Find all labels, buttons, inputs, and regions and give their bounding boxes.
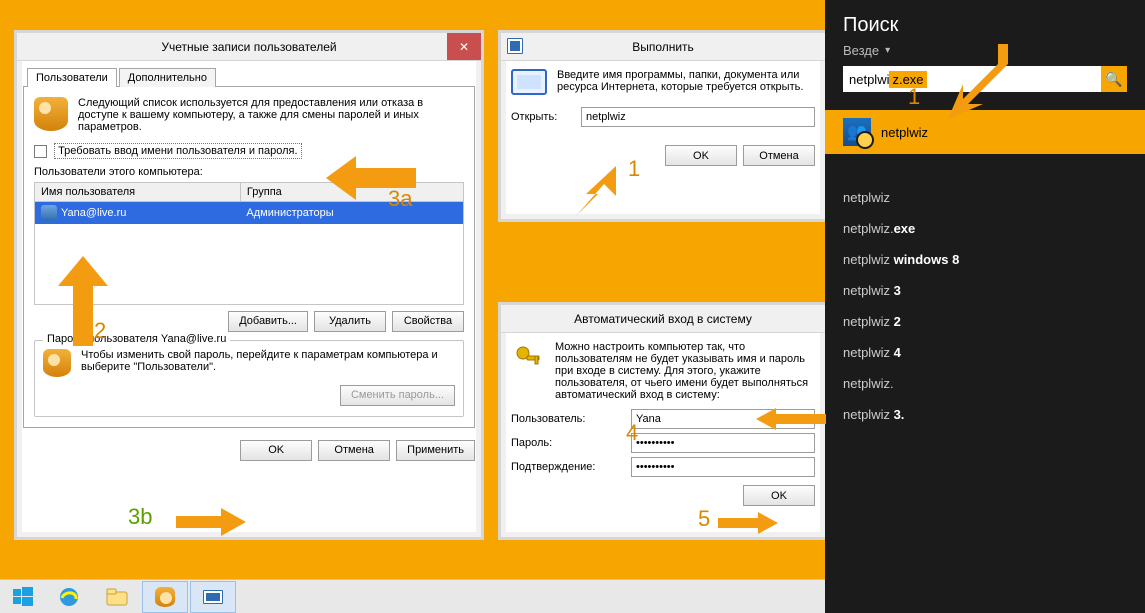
tab-users[interactable]: Пользователи [27, 68, 117, 87]
user-icon [41, 205, 57, 221]
open-input[interactable] [581, 107, 815, 127]
auto-logon-dialog: Автоматический вход в систему Можно наст… [498, 302, 828, 540]
search-suggestion[interactable]: netplwiz. [843, 376, 1127, 391]
require-password-checkbox[interactable] [34, 145, 47, 158]
search-suggestion[interactable]: netplwiz 2 [843, 314, 1127, 329]
user-input[interactable] [631, 409, 815, 429]
taskbar-ie[interactable] [46, 581, 92, 613]
taskbar-explorer[interactable] [94, 581, 140, 613]
open-label: Открыть: [511, 111, 571, 123]
chevron-down-icon: ▾ [885, 45, 890, 56]
search-input[interactable]: netplwiz.exe [843, 66, 1101, 92]
taskbar-netplwiz[interactable] [142, 581, 188, 613]
run-large-icon [511, 69, 547, 95]
users-icon [34, 97, 68, 131]
change-password-button[interactable]: Сменить пароль... [340, 385, 455, 406]
window-title: Учетные записи пользователей [161, 40, 336, 54]
users-list-label: Пользователи этого компьютера: [34, 166, 464, 178]
password-input[interactable] [631, 433, 815, 453]
tab-advanced[interactable]: Дополнительно [119, 68, 216, 87]
taskbar-run[interactable] [190, 581, 236, 613]
confirm-label: Подтверждение: [511, 461, 621, 473]
titlebar[interactable]: Учетные записи пользователей ✕ [17, 33, 481, 61]
netplwiz-icon: 👥 [843, 118, 871, 146]
user-accounts-window: Учетные записи пользователей ✕ Пользоват… [14, 30, 484, 540]
intro-text: Следующий список используется для предос… [78, 97, 464, 133]
search-icon: 🔍 [1105, 71, 1122, 88]
col-username[interactable]: Имя пользователя [35, 183, 241, 202]
run-dialog: Выполнить Введите имя программы, папки, … [498, 30, 828, 222]
ok-button[interactable]: OK [743, 485, 815, 506]
taskbar [0, 579, 825, 613]
window-title: Выполнить [632, 40, 694, 54]
password-label: Пароль: [511, 437, 621, 449]
search-button[interactable]: 🔍 [1101, 66, 1127, 92]
properties-button[interactable]: Свойства [392, 311, 464, 332]
user-label: Пользователь: [511, 413, 621, 425]
search-suggestion[interactable]: netplwiz 4 [843, 345, 1127, 360]
confirm-input[interactable] [631, 457, 815, 477]
search-suggestion[interactable]: netplwiz.exe [843, 221, 1127, 236]
search-scope-dropdown[interactable]: Везде ▾ [843, 43, 1127, 58]
run-icon [507, 38, 523, 54]
search-charm: Поиск Везде ▾ netplwiz.exe 🔍 👥 netplwiz … [825, 0, 1145, 613]
titlebar[interactable]: Выполнить [501, 33, 825, 61]
table-row[interactable]: Yana@live.ru Администраторы [35, 202, 464, 225]
cancel-button[interactable]: Отмена [318, 440, 390, 461]
ok-button[interactable]: OK [240, 440, 312, 461]
window-title: Автоматический вход в систему [574, 312, 752, 326]
auto-help-text: Можно настроить компьютер так, что польз… [555, 341, 815, 401]
top-hit[interactable]: 👥 netplwiz [825, 110, 1145, 154]
search-suggestion[interactable]: netplwiz windows 8 [843, 252, 1127, 267]
search-suggestion[interactable]: netplwiz 3. [843, 407, 1127, 422]
run-help-text: Введите имя программы, папки, документа … [557, 69, 815, 95]
titlebar[interactable]: Автоматический вход в систему [501, 305, 825, 333]
password-help-text: Чтобы изменить свой пароль, перейдите к … [81, 349, 455, 377]
add-button[interactable]: Добавить... [228, 311, 308, 332]
ok-button[interactable]: OK [665, 145, 737, 166]
password-group-title: Пароль пользователя Yana@live.ru [43, 333, 230, 345]
search-title: Поиск [843, 14, 1127, 37]
close-button[interactable]: ✕ [447, 33, 481, 60]
key-icon [511, 341, 545, 375]
apply-button[interactable]: Применить [396, 440, 475, 461]
col-group[interactable]: Группа [240, 183, 463, 202]
search-suggestion[interactable]: netplwiz 3 [843, 283, 1127, 298]
search-suggestion[interactable]: netplwiz [843, 190, 1127, 205]
require-password-label[interactable]: Требовать ввод имени пользователя и паро… [54, 143, 301, 159]
cancel-button[interactable]: Отмена [743, 145, 815, 166]
key-icon [43, 349, 71, 377]
remove-button[interactable]: Удалить [314, 311, 386, 332]
start-button[interactable] [2, 581, 44, 613]
